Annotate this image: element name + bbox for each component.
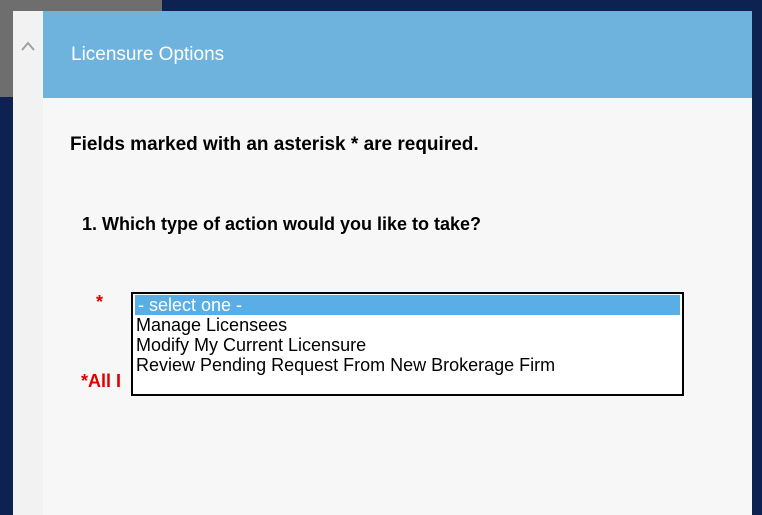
- scroll-rail[interactable]: [13, 11, 43, 515]
- modal-body: Fields marked with an asterisk * are req…: [43, 98, 752, 515]
- licensure-options-modal: Licensure Options Fields marked with an …: [13, 11, 752, 515]
- select-option[interactable]: - select one -: [135, 295, 680, 315]
- select-option[interactable]: Modify My Current Licensure: [133, 335, 682, 355]
- required-asterisk: *: [96, 292, 104, 312]
- question-label: 1. Which type of action would you like t…: [82, 214, 482, 234]
- page: Licensure Options Fields marked with an …: [0, 0, 762, 515]
- required-fields-note: Fields marked with an asterisk * are req…: [70, 134, 479, 155]
- modal-title: Licensure Options: [71, 43, 225, 65]
- action-type-select[interactable]: - select one - Manage Licensees Modify M…: [131, 292, 684, 396]
- select-option[interactable]: Manage Licensees: [133, 315, 682, 335]
- chevron-up-icon[interactable]: [18, 38, 38, 54]
- select-option[interactable]: Review Pending Request From New Brokerag…: [133, 355, 682, 375]
- modal-header: Licensure Options: [43, 11, 752, 98]
